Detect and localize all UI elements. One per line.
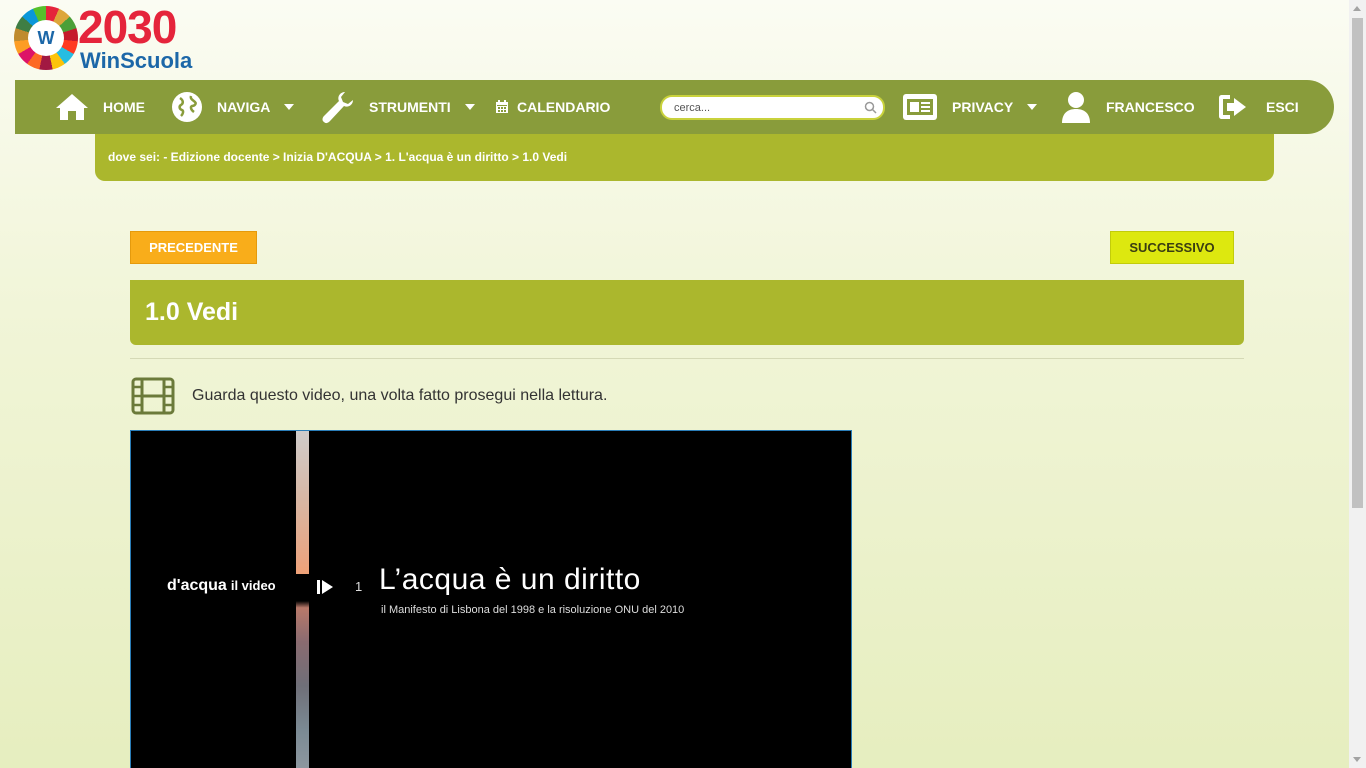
nav-home[interactable]: HOME xyxy=(55,80,145,134)
breadcrumb-current: 1.0 Vedi xyxy=(522,150,568,164)
intro-text: Guarda questo video, una volta fatto pro… xyxy=(192,387,608,404)
nav-home-label: HOME xyxy=(103,99,145,115)
winscuola-logo[interactable]: W 2030 WinScuola xyxy=(14,1,214,73)
page-title: 1.0 Vedi xyxy=(145,298,239,326)
film-icon xyxy=(131,377,175,415)
search-icon[interactable] xyxy=(864,101,877,114)
breadcrumb-path[interactable]: dove sei: - Edizione docente > Inizia D'… xyxy=(108,150,522,164)
scrollbar-thumb[interactable] xyxy=(1352,18,1363,508)
divider xyxy=(130,358,1244,359)
previous-button[interactable]: PRECEDENTE xyxy=(130,231,257,264)
nav-strumenti[interactable]: STRUMENTI xyxy=(321,80,475,134)
logo-year: 2030 xyxy=(78,1,177,53)
page-title-bar: 1.0 Vedi xyxy=(130,280,1244,345)
logo-brand: WinScuola xyxy=(80,48,193,73)
video-brand-suffix: il video xyxy=(230,578,276,593)
id-card-icon xyxy=(903,94,937,120)
nav-strumenti-label: STRUMENTI xyxy=(369,99,451,115)
video-brand: d'acqua il video xyxy=(167,577,276,595)
nav-user[interactable]: FRANCESCO xyxy=(1060,80,1195,134)
video-number: 1 xyxy=(355,579,363,594)
search-box xyxy=(660,95,885,120)
wrench-icon xyxy=(322,92,353,124)
chevron-down-icon xyxy=(1027,104,1038,110)
chevron-down-icon xyxy=(464,104,475,110)
scroll-up-icon[interactable] xyxy=(1353,6,1361,11)
nav-calendario[interactable]: CALENDARIO xyxy=(495,80,610,134)
main-navbar: HOME NAVIGA STRUMENTI CALENDARIO cerca..… xyxy=(15,80,1334,134)
video-image-strip xyxy=(296,431,309,768)
sdg-wheel-icon: W xyxy=(14,6,78,70)
nav-naviga-label: NAVIGA xyxy=(217,99,271,115)
nav-user-label: FRANCESCO xyxy=(1106,99,1195,115)
breadcrumb: dove sei: - Edizione docente > Inizia D'… xyxy=(95,134,1274,181)
user-icon xyxy=(1062,92,1090,123)
nav-esci-label: ESCI xyxy=(1266,99,1299,115)
next-button[interactable]: SUCCESSIVO xyxy=(1110,231,1234,264)
nav-calendario-label: CALENDARIO xyxy=(517,99,611,115)
nav-privacy-label: PRIVACY xyxy=(952,99,1014,115)
chevron-down-icon xyxy=(284,104,295,110)
nav-esci[interactable]: ESCI xyxy=(1218,80,1299,134)
globe-icon xyxy=(172,92,202,122)
calendar-icon xyxy=(496,100,508,113)
logo-badge-letter: W xyxy=(28,20,64,56)
video-title: L’acqua è un diritto xyxy=(379,563,641,596)
intro: Guarda questo video, una volta fatto pro… xyxy=(130,374,607,418)
video-subtitle: il Manifesto di Lisbona del 1998 e la ri… xyxy=(381,604,685,616)
video-player[interactable]: d'acqua il video 1 L’acqua è un diritto i… xyxy=(130,430,852,768)
nav-privacy[interactable]: PRIVACY xyxy=(902,80,1038,134)
play-icon[interactable] xyxy=(316,579,334,595)
video-brand-name: d'acqua xyxy=(167,577,227,594)
logout-icon xyxy=(1219,95,1246,119)
vertical-scrollbar[interactable] xyxy=(1349,0,1366,768)
scroll-down-icon[interactable] xyxy=(1353,757,1361,762)
nav-naviga[interactable]: NAVIGA xyxy=(171,80,295,134)
home-icon xyxy=(56,94,88,120)
page: W 2030 WinScuola HOME NAVIGA STRUMENTI C… xyxy=(0,0,1349,768)
search-input[interactable] xyxy=(674,97,864,118)
video-strip-gap xyxy=(296,574,309,599)
